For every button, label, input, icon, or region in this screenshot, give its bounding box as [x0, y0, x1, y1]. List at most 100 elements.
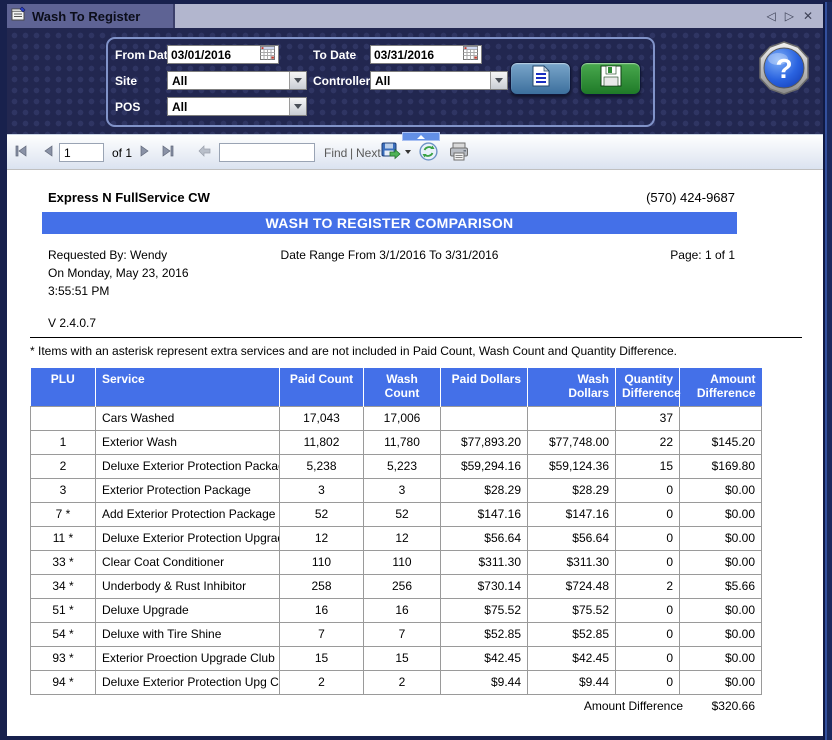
table-cell: $77,748.00	[528, 430, 616, 454]
table-cell: 93 *	[31, 646, 96, 670]
table-cell: 110	[364, 550, 441, 574]
table-cell: 17,043	[280, 406, 364, 430]
help-button[interactable]: ?	[756, 40, 812, 96]
table-cell: 0	[616, 598, 680, 622]
site-label: Site	[115, 74, 137, 88]
chevron-down-icon[interactable]	[289, 72, 306, 89]
table-cell: 51 *	[31, 598, 96, 622]
calendar-icon[interactable]	[260, 46, 275, 63]
site-dropdown[interactable]: All	[167, 71, 307, 90]
table-row: 34 *Underbody & Rust Inhibitor258256$730…	[31, 574, 762, 598]
table-cell: 16	[364, 598, 441, 622]
table-cell: $0.00	[680, 670, 762, 694]
table-row: 1Exterior Wash11,80211,780$77,893.20$77,…	[31, 430, 762, 454]
table-cell: 16	[280, 598, 364, 622]
report-title-banner: WASH TO REGISTER COMPARISON	[42, 212, 737, 234]
refresh-icon[interactable]	[419, 142, 438, 161]
table-cell: $75.52	[441, 598, 528, 622]
calendar-icon[interactable]	[463, 46, 478, 63]
collapse-up-icon	[417, 135, 425, 139]
table-cell: 7	[280, 622, 364, 646]
table-cell: 2	[616, 574, 680, 598]
report-page: Express N FullService CW (570) 424-9687 …	[7, 170, 823, 736]
next-page-icon[interactable]	[138, 143, 152, 159]
table-cell: 0	[616, 550, 680, 574]
save-button[interactable]	[580, 62, 641, 95]
print-icon[interactable]	[449, 142, 469, 161]
current-page-input[interactable]	[59, 143, 104, 162]
table-cell: 15	[616, 454, 680, 478]
table-cell: $9.44	[528, 670, 616, 694]
nav-back-icon[interactable]: ◁	[766, 10, 775, 22]
table-cell: Deluxe Upgrade	[96, 598, 280, 622]
table-cell: Underbody & Rust Inhibitor	[96, 574, 280, 598]
next-link[interactable]: Next	[356, 146, 381, 160]
table-cell: $5.66	[680, 574, 762, 598]
table-cell: $42.45	[528, 646, 616, 670]
table-row: Cars Washed17,04317,00637	[31, 406, 762, 430]
nav-forward-icon[interactable]: ▷	[785, 10, 794, 22]
controller-dropdown[interactable]: All	[370, 71, 508, 90]
chevron-down-icon[interactable]	[289, 98, 306, 115]
table-cell: 94 *	[31, 670, 96, 694]
table-cell: Add Exterior Protection Package	[96, 502, 280, 526]
table-cell: 3	[364, 478, 441, 502]
window-right-border	[823, 2, 832, 740]
column-header: Paid Count	[280, 368, 364, 406]
requested-time: 3:55:51 PM	[48, 284, 109, 298]
wash-to-register-window: Wash To Register ◁ ▷ ✕ From Date 03/01/2…	[0, 0, 832, 740]
table-cell: 0	[616, 478, 680, 502]
table-cell: $311.30	[528, 550, 616, 574]
close-icon[interactable]: ✕	[803, 10, 813, 22]
table-cell: $0.00	[680, 646, 762, 670]
export-dropdown-caret-icon[interactable]	[404, 149, 412, 155]
table-cell: 7	[364, 622, 441, 646]
table-cell: $52.85	[441, 622, 528, 646]
filter-panel: From Date 03/01/2016	[7, 28, 823, 134]
table-cell: $52.85	[528, 622, 616, 646]
collapse-panel-handle[interactable]	[402, 132, 440, 141]
from-date-label: From Date	[115, 48, 174, 62]
table-cell: Deluxe Exterior Protection Package	[96, 454, 280, 478]
controller-label: Controller	[313, 74, 370, 88]
column-header: Paid Dollars	[441, 368, 528, 406]
from-date-input[interactable]: 03/01/2016	[167, 45, 279, 64]
table-row: 54 *Deluxe with Tire Shine77$52.85$52.85…	[31, 622, 762, 646]
footer-value: $320.66	[683, 699, 755, 713]
table-row: 94 *Deluxe Exterior Protection Upg Club2…	[31, 670, 762, 694]
to-date-input[interactable]: 03/31/2016	[370, 45, 482, 64]
table-cell: $0.00	[680, 550, 762, 574]
last-page-icon[interactable]	[160, 143, 176, 159]
table-row: 33 *Clear Coat Conditioner110110$311.30$…	[31, 550, 762, 574]
table-cell: 0	[616, 646, 680, 670]
table-cell: Deluxe Exterior Protection Upg Club	[96, 670, 280, 694]
find-link[interactable]: Find	[324, 146, 347, 160]
run-report-button[interactable]	[510, 62, 571, 95]
table-cell: 3	[280, 478, 364, 502]
table-cell: $145.20	[680, 430, 762, 454]
pos-dropdown[interactable]: All	[167, 97, 307, 116]
table-cell: 258	[280, 574, 364, 598]
table-header-row: PLUServicePaid CountWash CountPaid Dolla…	[31, 368, 762, 406]
parent-report-icon[interactable]	[197, 143, 213, 159]
table-cell: 256	[364, 574, 441, 598]
previous-page-icon[interactable]	[41, 143, 55, 159]
asterisk-note: * Items with an asterisk represent extra…	[30, 344, 677, 358]
table-cell: $75.52	[528, 598, 616, 622]
table-cell: $311.30	[441, 550, 528, 574]
table-cell: $28.29	[528, 478, 616, 502]
table-cell: 15	[280, 646, 364, 670]
table-cell: 0	[616, 622, 680, 646]
export-icon[interactable]	[381, 142, 401, 161]
table-cell: $9.44	[441, 670, 528, 694]
chevron-down-icon[interactable]	[490, 72, 507, 89]
table-cell: Exterior Protection Package	[96, 478, 280, 502]
table-row: 3Exterior Protection Package33$28.29$28.…	[31, 478, 762, 502]
find-text-input[interactable]	[219, 143, 315, 162]
table-cell	[528, 406, 616, 430]
first-page-icon[interactable]	[13, 143, 29, 159]
table-footer: Amount Difference $320.66	[30, 699, 755, 713]
table-cell: 52	[280, 502, 364, 526]
table-cell: Deluxe Exterior Protection Upgrade	[96, 526, 280, 550]
table-cell: $724.48	[528, 574, 616, 598]
